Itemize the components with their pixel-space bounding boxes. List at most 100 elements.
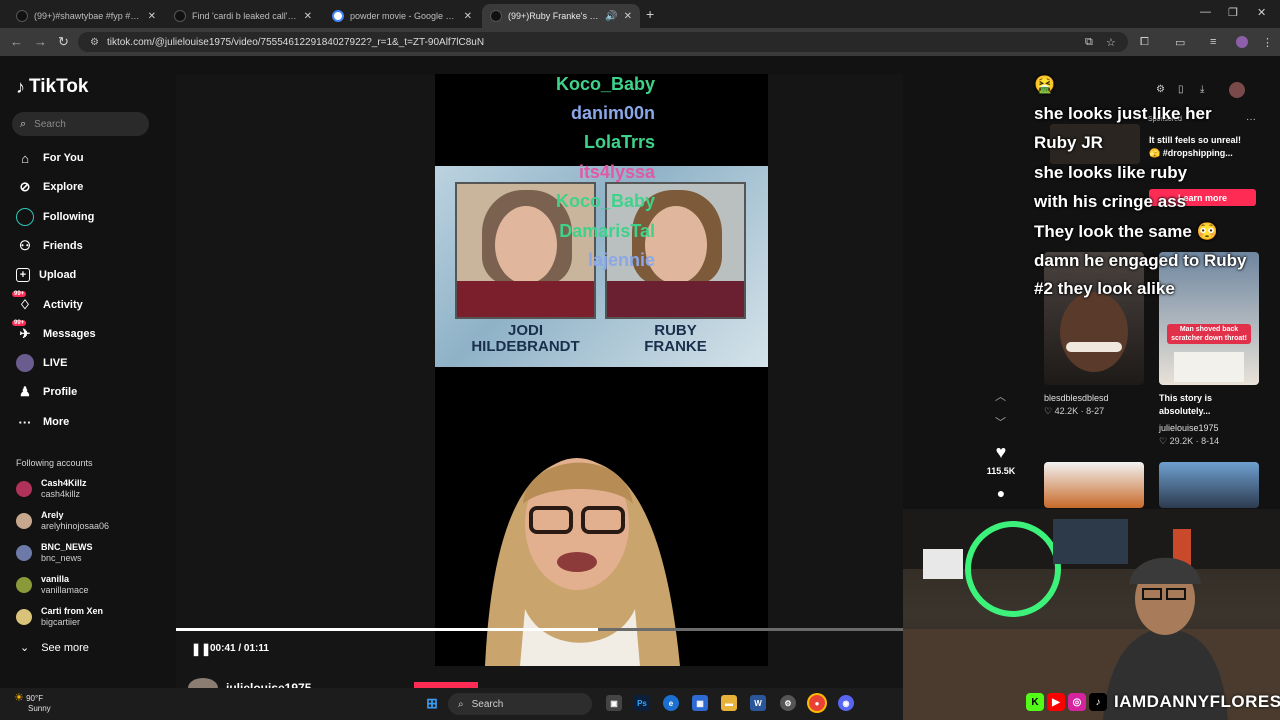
thumbnail-caption[interactable]: This story is absolutely...: [1159, 392, 1259, 418]
nav-upload[interactable]: + Upload: [16, 264, 76, 286]
tiktok-icon: ♪: [1089, 693, 1107, 711]
followed-account[interactable]: vanilla vanillamace: [16, 572, 89, 598]
kick-icon: K: [1026, 693, 1044, 711]
shirt-shape: [457, 281, 594, 317]
more-icon: ···: [18, 414, 32, 430]
file-explorer-icon[interactable]: ▬: [721, 695, 737, 711]
avatar: [16, 545, 32, 561]
chevron-down-icon: ⌄: [20, 642, 30, 654]
chevron-up-icon[interactable]: ︿: [995, 388, 1006, 404]
account-handle: arelyhinojosaa06: [41, 521, 110, 531]
minimize-icon[interactable]: —: [1200, 6, 1211, 18]
sun-icon: ☀: [14, 692, 24, 704]
tab-title: Find 'cardi b leaked call' on TikTok: [192, 11, 298, 21]
chat-username: Koco_Baby: [555, 74, 655, 94]
like-heart-icon[interactable]: ♥: [986, 442, 1016, 463]
video-thumbnail[interactable]: [1159, 462, 1259, 508]
like-count: 115.5K: [986, 466, 1016, 476]
maximize-icon[interactable]: ❐: [1228, 6, 1238, 19]
close-tab-icon[interactable]: ✕: [148, 11, 156, 22]
nav-activity[interactable]: ♢ 99+ Activity: [12, 291, 83, 316]
followed-account[interactable]: Cash4Killz cash4killz: [16, 476, 87, 502]
video-player[interactable]: JODI HILDEBRANDT RUBY FRANKE ❚❚ 00:41 / 0: [176, 74, 903, 698]
chevron-down-icon[interactable]: ﹀: [995, 414, 1006, 430]
mugshot-caption: JODI HILDEBRANDT: [455, 323, 596, 355]
search-icon: ⌕: [20, 117, 27, 130]
nav-live[interactable]: LIVE: [16, 352, 67, 374]
browser-tab-strip: (99+)#shawtybae #fyp #shawty ✕ Find 'car…: [0, 0, 1280, 28]
chat-text: They look the same 😳: [1034, 221, 1218, 241]
see-more-label: See more: [41, 641, 89, 654]
tiktok-favicon-icon: [490, 10, 502, 22]
photoshop-icon[interactable]: Ps: [634, 695, 650, 711]
followed-account[interactable]: BNC_NEWS bnc_news: [16, 540, 93, 566]
nav-more[interactable]: ··· More: [16, 411, 70, 433]
chat-username: LolaTrrs: [583, 132, 655, 152]
chrome-icon[interactable]: ●: [809, 695, 825, 711]
nav-label: Friends: [43, 240, 83, 252]
bookmark-star-icon[interactable]: ☆: [1106, 36, 1116, 49]
reload-icon[interactable]: ↻: [58, 34, 69, 50]
home-icon: ⌂: [21, 150, 29, 166]
audio-icon[interactable]: 🔊: [605, 11, 617, 22]
tab-title: (99+)Ruby Franke's ex-husband: [508, 11, 603, 21]
tiktok-favicon-icon: [174, 10, 186, 22]
cast-icon[interactable]: ▭: [1175, 36, 1185, 49]
settings-app-icon[interactable]: ⚙: [780, 695, 796, 711]
tab-title: powder movie - Google Search: [350, 11, 458, 21]
thumbnail-user[interactable]: julielouise1975: [1159, 423, 1219, 433]
media-icon[interactable]: ≡: [1210, 36, 1216, 48]
search-input[interactable]: ⌕ Search: [12, 112, 149, 136]
avatar: [16, 577, 32, 593]
browser-tab[interactable]: powder movie - Google Search ✕: [324, 4, 480, 28]
taskbar-search[interactable]: ⌕ Search: [448, 693, 592, 715]
webcam-scene: [903, 509, 1280, 720]
search-placeholder: Search: [34, 118, 66, 130]
screen: (99+)#shawtybae #fyp #shawty ✕ Find 'car…: [0, 0, 1280, 720]
pause-icon[interactable]: ❚❚: [191, 642, 211, 656]
see-more-button[interactable]: ⌄ See more: [20, 641, 89, 655]
site-info-icon[interactable]: ⚙: [90, 37, 99, 48]
browser-tab[interactable]: Find 'cardi b leaked call' on TikTok ✕: [166, 4, 320, 28]
nav-following[interactable]: Following: [16, 206, 94, 228]
tiktok-logo[interactable]: ♪ TikTok: [16, 76, 88, 98]
address-bar[interactable]: ⚙ tiktok.com/@julielouise1975/video/7555…: [78, 32, 1128, 52]
weather-widget[interactable]: ☀ 90°F Sunny: [14, 693, 51, 714]
video-thumbnail[interactable]: [1044, 462, 1144, 508]
nav-for-you[interactable]: ⌂ For You: [16, 147, 84, 169]
close-tab-icon[interactable]: ✕: [624, 11, 632, 22]
account-handle: bigcartiier: [41, 617, 81, 627]
nav-label: Activity: [43, 299, 83, 311]
close-window-icon[interactable]: ✕: [1257, 6, 1266, 19]
shirt-shape: [607, 281, 744, 317]
task-view-icon[interactable]: ▣: [606, 695, 622, 711]
back-icon[interactable]: ←: [10, 34, 23, 49]
new-tab-icon[interactable]: +: [646, 6, 654, 22]
nav-messages[interactable]: ✈ 99+ Messages: [12, 320, 96, 345]
logo-text: TikTok: [29, 76, 89, 97]
windows-start-icon[interactable]: ⊞: [424, 695, 440, 711]
nav-label: For You: [43, 152, 84, 164]
forward-icon[interactable]: →: [34, 34, 47, 49]
comment-icon[interactable]: ●: [986, 485, 1016, 501]
profile-avatar-icon[interactable]: [1236, 36, 1248, 48]
edge-icon[interactable]: e: [663, 695, 679, 711]
followed-account[interactable]: Carti from Xen bigcartiier: [16, 604, 103, 630]
menu-kebab-icon[interactable]: ⋮: [1262, 36, 1273, 49]
thumbnail-user[interactable]: blesdblesdblesd: [1044, 393, 1109, 403]
browser-tab-active[interactable]: (99+)Ruby Franke's ex-husband 🔊 ✕: [482, 4, 640, 28]
streamer-webcam: [903, 509, 1280, 720]
nav-friends[interactable]: ⚇ Friends: [16, 235, 83, 257]
install-icon[interactable]: ⧉: [1085, 36, 1093, 49]
close-tab-icon[interactable]: ✕: [304, 11, 312, 22]
close-tab-icon[interactable]: ✕: [464, 11, 472, 22]
extensions-icon[interactable]: ⧠: [1140, 36, 1149, 49]
followed-account[interactable]: Arely arelyhinojosaa06: [16, 508, 109, 534]
nav-explore[interactable]: ⊘ Explore: [16, 176, 84, 198]
nav-profile[interactable]: ♟ Profile: [16, 381, 77, 403]
video-progress-bar[interactable]: [176, 628, 903, 631]
word-icon[interactable]: W: [750, 695, 766, 711]
browser-tab[interactable]: (99+)#shawtybae #fyp #shawty ✕: [8, 4, 164, 28]
store-icon[interactable]: ▦: [692, 695, 708, 711]
discord-icon[interactable]: ◉: [838, 695, 854, 711]
